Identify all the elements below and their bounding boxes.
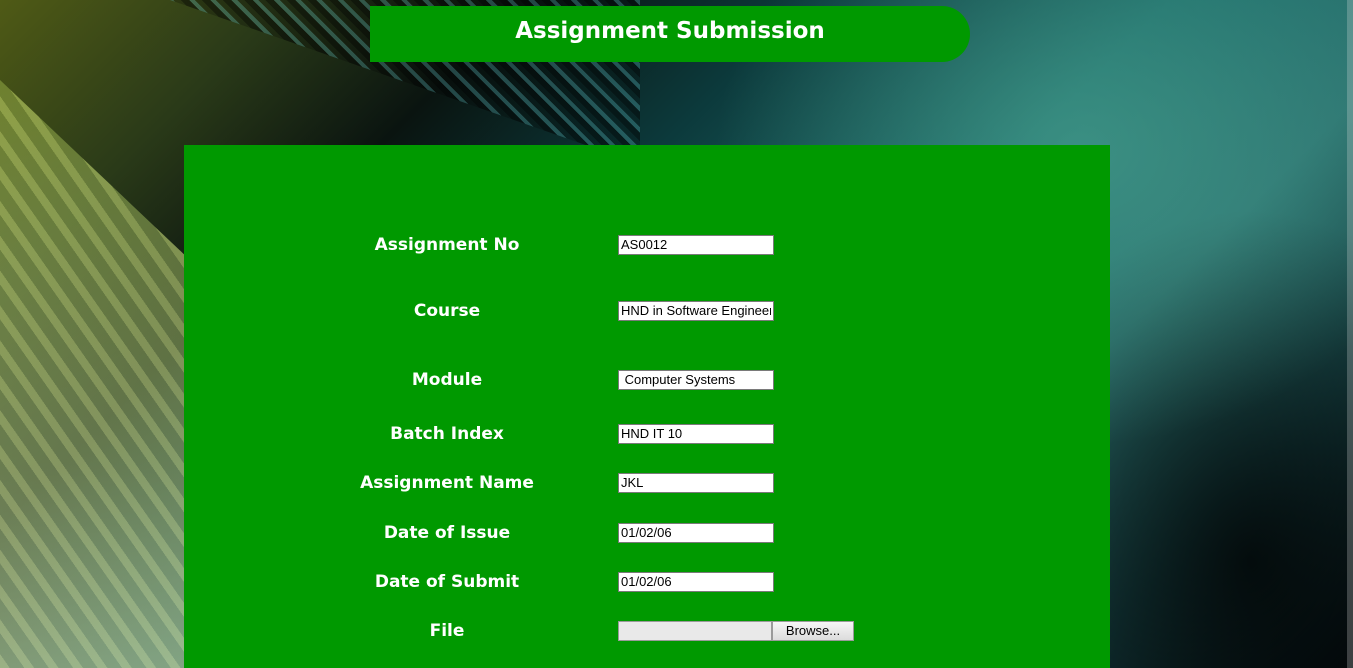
submission-form-panel: Assignment No Course Module Batch Index … [184,145,1110,668]
date-of-submit-label: Date of Submit [374,572,520,592]
date-of-issue-row: Date of Issue [184,523,1110,543]
batch-index-label: Batch Index [390,424,504,444]
page-header: Assignment Submission [370,6,970,62]
file-row: File Browse... [184,621,1110,641]
date-of-submit-row: Date of Submit [184,572,1110,592]
assignment-no-row: Assignment No [184,235,1110,255]
assignment-no-label: Assignment No [374,235,520,255]
module-label: Module [411,370,483,390]
module-row: Module [184,370,1110,390]
date-of-issue-label: Date of Issue [383,523,511,543]
course-label: Course [413,301,481,321]
date-of-submit-input[interactable] [618,572,774,592]
batch-index-row: Batch Index [184,424,1110,444]
course-row: Course [184,301,1110,321]
module-input[interactable] [618,370,774,390]
batch-index-input[interactable] [618,424,774,444]
page-title: Assignment Submission [515,18,825,44]
assignment-no-input[interactable] [618,235,774,255]
page-scrollbar[interactable] [1347,0,1353,668]
browse-button[interactable]: Browse... [772,621,854,641]
assignment-name-row: Assignment Name [184,473,1110,493]
assignment-name-label: Assignment Name [360,473,534,493]
assignment-name-input[interactable] [618,473,774,493]
course-input[interactable] [618,301,774,321]
file-label: File [429,621,465,641]
date-of-issue-input[interactable] [618,523,774,543]
file-path-field[interactable] [618,621,772,641]
